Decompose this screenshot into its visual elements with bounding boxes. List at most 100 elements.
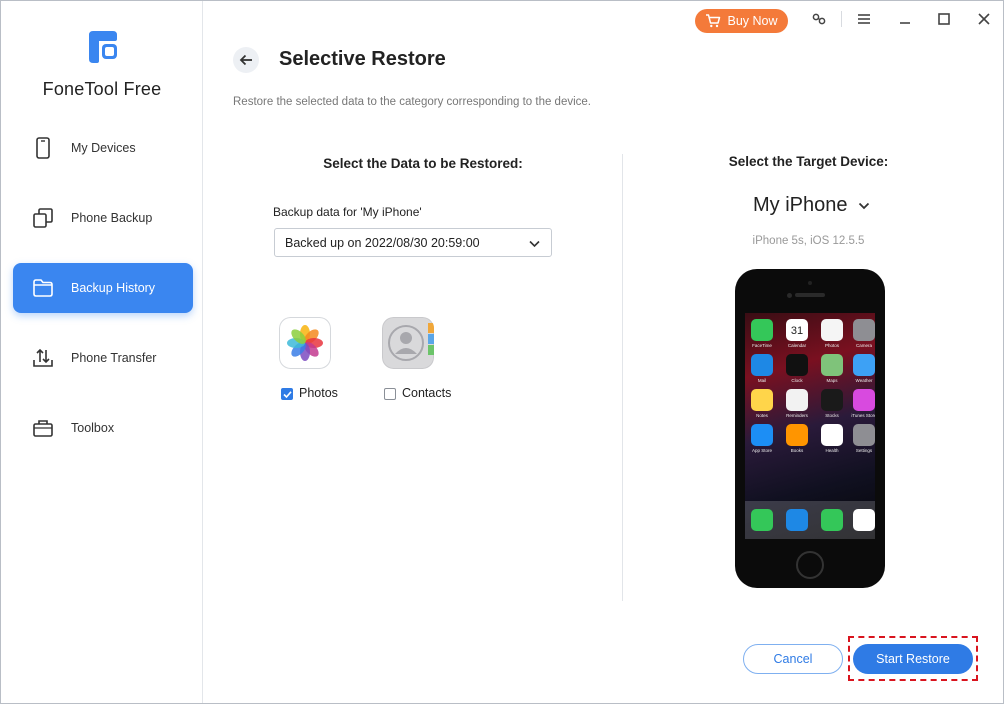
page-description: Restore the selected data to the categor…: [233, 96, 591, 108]
start-restore-button[interactable]: Start Restore: [853, 644, 973, 674]
photos-checkbox[interactable]: [281, 388, 293, 400]
minimize-icon: [900, 22, 910, 24]
phone-app-label: Settings: [855, 448, 873, 453]
menu-button[interactable]: [852, 9, 876, 29]
sidebar-item-label: Backup History: [71, 281, 156, 295]
transfer-icon: [33, 348, 53, 367]
photos-icon: [279, 317, 331, 369]
phone-sensor: [787, 293, 792, 298]
key-icon: [812, 13, 826, 25]
sidebar-item-toolbox[interactable]: Toolbox: [13, 403, 193, 453]
home-button: [796, 551, 824, 579]
phone-app-icon: [853, 424, 875, 446]
cart-icon: [706, 14, 721, 28]
phone-app-icon: [821, 389, 843, 411]
data-section-heading: Select the Data to be Restored:: [323, 156, 523, 171]
panel-divider: [622, 154, 623, 601]
app-name: FoneTool Free: [42, 79, 162, 99]
phone-app-label: Notes: [756, 413, 768, 418]
phone-app-label: iTunes Store: [851, 413, 875, 418]
folder-icon: [33, 279, 53, 297]
phone-app-icon: [751, 389, 773, 411]
contacts-checkbox[interactable]: [384, 388, 396, 400]
photos-label: Photos: [299, 386, 338, 400]
phone-app-icon: [821, 319, 843, 341]
page-title: Selective Restore: [279, 48, 446, 70]
phone-app-label: Maps: [826, 378, 838, 383]
sidebar: FoneTool Free My Devices Phone Backup Ba…: [1, 1, 203, 703]
dock-app-music-icon: [853, 509, 875, 531]
phone-app-icon: [786, 389, 808, 411]
device-info: iPhone 5s, iOS 12.5.5: [752, 235, 865, 247]
titlebar-separator: [841, 11, 842, 27]
sidebar-item-label: Phone Backup: [71, 211, 153, 225]
phone-app-label: Books: [790, 448, 804, 453]
phone-app-icon: [853, 319, 875, 341]
target-section-heading: Select the Target Device:: [728, 154, 889, 169]
chevron-down-icon: [858, 202, 869, 209]
app-window: FoneTool Free My Devices Phone Backup Ba…: [0, 0, 1004, 704]
data-item-contacts[interactable]: Contacts: [382, 317, 492, 407]
fonetool-logo-icon: [89, 31, 117, 63]
phone-app-label: FaceTime: [752, 343, 772, 348]
back-button[interactable]: [233, 47, 259, 73]
hamburger-icon: [858, 14, 870, 24]
phone-app-label: Mail: [757, 378, 767, 383]
target-device-select[interactable]: My iPhone: [753, 194, 870, 217]
phone-app-icon: [751, 319, 773, 341]
backup-version-select[interactable]: Backed up on 2022/08/30 20:59:00: [274, 228, 552, 257]
buy-now-button[interactable]: Buy Now: [695, 9, 788, 33]
buy-now-label: Buy Now: [727, 14, 778, 28]
close-icon: [978, 13, 990, 25]
minimize-button[interactable]: [893, 9, 917, 29]
dock-app-safari-icon: [786, 509, 808, 531]
sidebar-item-label: My Devices: [71, 141, 136, 155]
maximize-button[interactable]: [932, 9, 956, 29]
phone-icon: [36, 137, 50, 159]
phone-app-label: Calendar: [787, 343, 807, 348]
phone-app-label: Camera: [855, 343, 872, 348]
phone-app-icon: [751, 424, 773, 446]
sidebar-item-my-devices[interactable]: My Devices: [13, 123, 193, 173]
sidebar-item-label: Phone Transfer: [71, 351, 157, 365]
copy-icon: [33, 208, 53, 228]
phone-camera: [808, 281, 812, 285]
phone-app-label: Reminders: [786, 413, 808, 418]
contacts-icon: [382, 317, 434, 369]
briefcase-icon: [33, 420, 53, 437]
sidebar-item-phone-transfer[interactable]: Phone Transfer: [13, 333, 193, 383]
phone-app-label: Photos: [824, 343, 839, 348]
chevron-down-icon: [529, 240, 540, 248]
phone-app-icon: [786, 354, 808, 376]
phone-app-label: Stocks: [825, 413, 839, 418]
phone-app-icon: [751, 354, 773, 376]
phone-app-label: Clock: [791, 378, 803, 383]
backup-select-label: Backup data for 'My iPhone': [273, 205, 422, 219]
phone-app-icon: [786, 424, 808, 446]
phone-speaker: [795, 293, 825, 297]
phone-app-icon: 31: [786, 319, 808, 341]
iphone-illustration: FaceTime 31 Calendar Photos Camera Mail Clock M…: [735, 269, 885, 588]
phone-app-icon: [853, 389, 875, 411]
close-button[interactable]: [972, 9, 996, 29]
phone-screen: FaceTime 31 Calendar Photos Camera Mail Clock M…: [745, 313, 875, 539]
phone-app-icon: [853, 354, 875, 376]
device-name: My iPhone: [753, 194, 848, 216]
phone-app-label: Health: [825, 448, 839, 453]
phone-app-icon: [821, 354, 843, 376]
sidebar-item-backup-history[interactable]: Backup History: [13, 263, 193, 313]
feedback-button[interactable]: [807, 9, 831, 29]
arrow-left-icon: [239, 54, 252, 66]
contacts-label: Contacts: [402, 386, 452, 400]
sidebar-item-label: Toolbox: [71, 421, 115, 435]
phone-app-label: App Store: [751, 448, 772, 453]
backup-version-value: Backed up on 2022/08/30 20:59:00: [285, 236, 480, 250]
dock-app-phone-icon: [751, 509, 773, 531]
cancel-button[interactable]: Cancel: [743, 644, 843, 674]
sidebar-item-phone-backup[interactable]: Phone Backup: [13, 193, 193, 243]
phone-app-icon: [821, 424, 843, 446]
maximize-icon: [938, 13, 950, 25]
dock-app-messages-icon: [821, 509, 843, 531]
data-item-photos[interactable]: Photos: [279, 317, 389, 407]
checkmark-icon: [283, 391, 292, 399]
